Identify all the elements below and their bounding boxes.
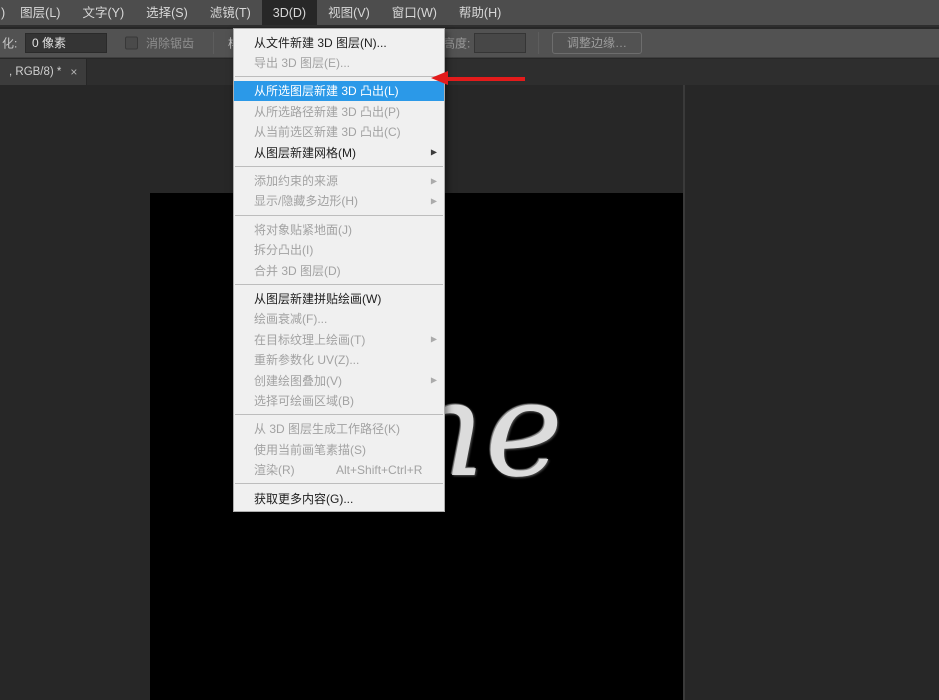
menu-item-label: 将对象贴紧地面(J) [254, 221, 352, 238]
menu-item-label: 绘画衰减(F)... [254, 310, 327, 327]
height-label: 高度: [443, 35, 470, 52]
menu-item-label: 导出 3D 图层(E)... [254, 54, 350, 71]
menu-item[interactable]: 在目标纹理上绘画(T) ▶ [234, 329, 444, 349]
menu-item-label: 从文件新建 3D 图层(N)... [254, 34, 387, 51]
height-input[interactable] [474, 33, 526, 53]
annotation-arrow-shaft [447, 77, 525, 81]
menu-item-label: 渲染(R) [254, 461, 295, 478]
feather-value: 0 像素 [32, 36, 66, 50]
antialias-label: 消除锯齿 [146, 35, 194, 52]
annotation-arrow-head-icon [431, 71, 448, 85]
menu-item-label: 从所选路径新建 3D 凸出(P) [254, 103, 400, 120]
menu-item[interactable]: 获取更多内容(G)... [234, 488, 444, 508]
menu-separator [235, 284, 443, 285]
menu-item[interactable]: 从所选图层新建 3D 凸出(L) [234, 81, 444, 101]
menu-item[interactable]: 将对象贴紧地面(J) [234, 219, 444, 239]
menu-item-label: 使用当前画笔素描(S) [254, 441, 366, 458]
document-tab-title: , RGB/8) * [9, 66, 61, 78]
document-tabbar: , RGB/8) * × [0, 59, 939, 85]
menu-item-label: 从所选图层新建 3D 凸出(L) [254, 82, 399, 99]
options-bar: 化: 0 像素 消除锯齿 样式: 高度: 调整边缘… [0, 29, 939, 58]
menu-separator [235, 76, 443, 77]
menubar-item[interactable]: 视图(V) [317, 0, 381, 25]
menu-item[interactable]: 使用当前画笔素描(S) [234, 439, 444, 459]
submenu-arrow-icon: ▶ [431, 176, 437, 185]
options-divider [538, 32, 539, 54]
menubar-item[interactable]: 窗口(W) [381, 0, 448, 25]
menu-item[interactable]: 重新参数化 UV(Z)... [234, 349, 444, 369]
menu-item-label: 创建绘图叠加(V) [254, 372, 342, 389]
menu-item[interactable]: 从当前选区新建 3D 凸出(C) [234, 122, 444, 142]
menu-item-label: 获取更多内容(G)... [254, 490, 353, 507]
menubar-item[interactable]: 帮助(H) [448, 0, 512, 25]
document-tab[interactable]: , RGB/8) * × [0, 59, 87, 85]
menu-item-label: 从当前选区新建 3D 凸出(C) [254, 123, 401, 140]
menu-item[interactable]: 创建绘图叠加(V) ▶ [234, 370, 444, 390]
menu-item-label: 合并 3D 图层(D) [254, 262, 341, 279]
menu-item-label: 重新参数化 UV(Z)... [254, 351, 359, 368]
menu-item-label: 从 3D 图层生成工作路径(K) [254, 420, 400, 437]
menu-separator [235, 483, 443, 484]
menubar-item[interactable]: 文字(Y) [71, 0, 135, 25]
menubar-item[interactable]: 图层(L) [9, 0, 71, 25]
submenu-arrow-icon: ▶ [431, 148, 437, 157]
menubar-item[interactable]: 滤镜(T) [199, 0, 262, 25]
canvas-edge-divider [683, 85, 685, 700]
menu-item[interactable]: 显示/隐藏多边形(H) ▶ [234, 191, 444, 211]
menu-item[interactable]: 选择可绘画区域(B) [234, 390, 444, 410]
menu-item-label: 在目标纹理上绘画(T) [254, 331, 365, 348]
tab-close-icon[interactable]: × [70, 65, 77, 79]
submenu-arrow-icon: ▶ [431, 335, 437, 344]
menu-separator [235, 215, 443, 216]
app-menubar: )图层(L)文字(Y)选择(S)滤镜(T)3D(D)视图(V)窗口(W)帮助(H… [0, 0, 939, 27]
menu-item[interactable]: 从所选路径新建 3D 凸出(P) [234, 101, 444, 121]
menu-item-label: 从图层新建拼贴绘画(W) [254, 290, 381, 307]
menu-item[interactable]: 从图层新建拼贴绘画(W) [234, 288, 444, 308]
menu-item[interactable]: 从文件新建 3D 图层(N)... [234, 32, 444, 52]
submenu-arrow-icon: ▶ [431, 196, 437, 205]
refine-edge-button[interactable]: 调整边缘… [552, 32, 642, 54]
menu-item[interactable]: 拆分凸出(I) [234, 240, 444, 260]
antialias-checkbox[interactable] [125, 37, 138, 50]
menu-item-shortcut: Alt+Shift+Ctrl+R [336, 463, 422, 477]
menu-item-label: 显示/隐藏多边形(H) [254, 192, 358, 209]
menubar-item[interactable]: 3D(D) [262, 0, 317, 25]
menu-item[interactable]: 合并 3D 图层(D) [234, 260, 444, 280]
menu-separator [235, 166, 443, 167]
options-divider [213, 32, 214, 54]
menu-item-label: 选择可绘画区域(B) [254, 392, 354, 409]
menu-item[interactable]: 添加约束的来源 ▶ [234, 170, 444, 190]
menu-item[interactable]: 从图层新建网格(M) ▶ [234, 142, 444, 162]
menu-item-label: 从图层新建网格(M) [254, 144, 356, 161]
menu-item[interactable]: 从 3D 图层生成工作路径(K) [234, 419, 444, 439]
submenu-arrow-icon: ▶ [431, 376, 437, 385]
menu-item[interactable]: 渲染(R) Alt+Shift+Ctrl+R [234, 459, 444, 479]
menubar-item[interactable]: ) [0, 0, 9, 25]
3d-menu: 从文件新建 3D 图层(N)... 导出 3D 图层(E)... 从所选图层新建 3… [233, 28, 445, 512]
menubar-item[interactable]: 选择(S) [135, 0, 199, 25]
menu-item-label: 拆分凸出(I) [254, 241, 313, 258]
feather-label: 化: [2, 35, 17, 52]
menu-item[interactable]: 导出 3D 图层(E)... [234, 52, 444, 72]
menu-separator [235, 414, 443, 415]
feather-input[interactable]: 0 像素 [25, 33, 107, 53]
menu-item-label: 添加约束的来源 [254, 172, 338, 189]
menu-item[interactable]: 绘画衰减(F)... [234, 309, 444, 329]
